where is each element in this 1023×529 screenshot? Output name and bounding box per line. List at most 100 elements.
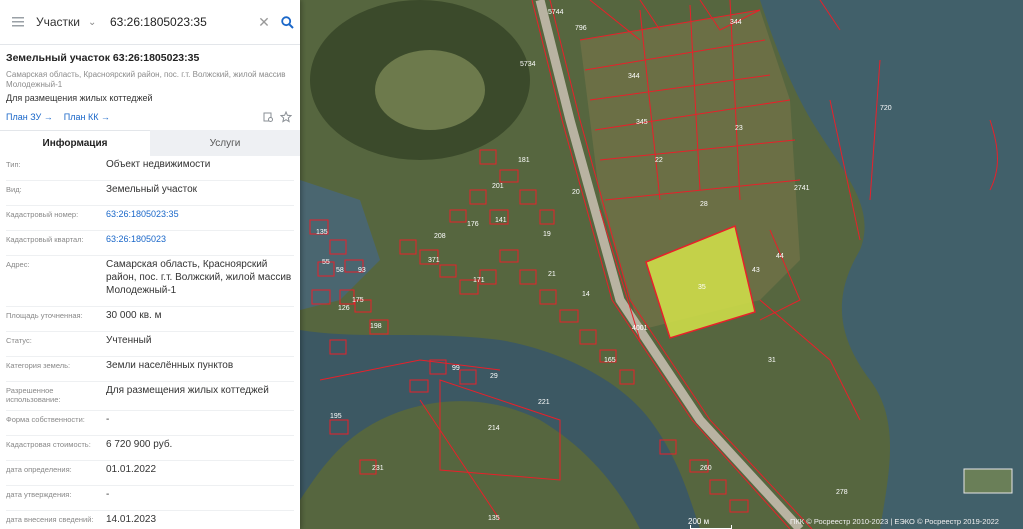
copy-icon[interactable] [260,110,276,124]
parcel-label: 260 [700,465,712,472]
star-icon[interactable] [278,110,294,124]
info-row: Кадастровая стоимость: 6 720 900 руб. [6,436,294,461]
info-row: Статус: Учтенный [6,332,294,357]
scale-bar [690,525,732,529]
search-bar: Участки ⌄ 63:26:1805023:35 ✕ [0,0,300,45]
row-key: Разрешенное использование: [6,386,61,404]
parcel-label: 201 [492,183,504,190]
parcel-label: 21 [548,271,556,278]
layer-select-value: Участки [36,15,80,29]
row-value: Объект недвижимости [106,159,211,170]
card-header: Земельный участок 63:26:1805023:35 Самар… [0,45,300,124]
parcel-label: 796 [575,25,587,32]
row-key: дата внесения сведений: [6,515,94,524]
row-value: Для размещения жилых коттеджей [106,385,269,396]
info-row: Категория земель: Земли населённых пункто… [6,357,294,382]
card-title: Земельный участок 63:26:1805023:35 [6,52,200,64]
parcel-label: 22 [655,157,663,164]
parcel-label: 135 [488,515,500,522]
row-key: Адрес: [6,260,30,269]
parcel-label: 126 [338,305,350,312]
parcel-label: 345 [636,119,648,126]
menu-icon [12,17,24,27]
parcel-label: 214 [488,425,500,432]
row-value: Земли населённых пунктов [106,360,234,371]
tab-services[interactable]: Услуги [150,130,300,156]
tabs: Информация Услуги [0,130,300,156]
info-row: Адрес: Самарская область, Красноярский ра… [6,256,294,307]
info-row: дата утверждения: - [6,486,294,511]
parcel-label: 43 [752,267,760,274]
parcel-label: 29 [490,373,498,380]
cadastral-quarter-link[interactable]: 63:26:1805023 [106,231,294,255]
parcel-label: 195 [330,413,342,420]
parcel-label: 181 [518,157,530,164]
hill-clearing [375,50,485,130]
row-key: дата определения: [6,465,72,474]
row-value: 6 720 900 руб. [106,439,173,450]
row-key: Тип: [6,160,21,169]
parcel-label: 344 [628,73,640,80]
parcel-label: 44 [776,253,784,260]
parcel-label: 93 [358,267,366,274]
parcel-label: 28 [700,201,708,208]
parcel-label: 4001 [632,325,648,332]
parcel-label: 175 [352,297,364,304]
info-row: Вид: Земельный участок [6,181,294,206]
row-key: Статус: [6,336,32,345]
row-value: Учтенный [106,335,152,346]
parcel-label: 58 [336,267,344,274]
parcel-label: 135 [316,229,328,236]
parcel-label: 171 [473,277,485,284]
info-row: дата определения: 01.01.2022 [6,461,294,486]
parcel-label: 198 [370,323,382,330]
info-panel: Участки ⌄ 63:26:1805023:35 ✕ Земельный у… [0,0,300,529]
parcel-label: 208 [434,233,446,240]
parcel-label: 2741 [794,185,810,192]
parcel-label: 371 [428,257,440,264]
row-value: Земельный участок [106,184,198,195]
info-row: дата внесения сведений: 14.01.2023 [6,511,294,529]
parcel-label: 35 [698,284,706,291]
clear-icon[interactable]: ✕ [254,14,274,31]
parcel-label: 19 [543,231,551,238]
parcel-label: 278 [836,489,848,496]
parcel-label: 20 [572,189,580,196]
cadastral-number-link[interactable]: 63:26:1805023:35 [106,206,294,230]
parcel-label: 344 [730,19,742,26]
menu-button[interactable] [0,0,36,44]
card-purpose: Для размещения жилых коттеджей [6,93,153,103]
parcel-label: 55 [322,259,330,266]
parcel-label: 141 [495,217,507,224]
info-row: Кадастровый квартал: 63:26:1805023 [6,231,294,256]
plan-zu-link[interactable]: План ЗУ → [6,112,53,122]
row-key: Форма собственности: [6,415,85,424]
layer-select[interactable]: Участки ⌄ [36,15,104,29]
info-row: Кадастровый номер: 63:26:1805023:35 [6,206,294,231]
parcel-label: 720 [880,105,892,112]
plan-kk-link[interactable]: План КК → [64,112,110,122]
search-input[interactable]: 63:26:1805023:35 [104,15,254,29]
parcel-label: 5734 [520,61,536,68]
search-icon [280,15,294,29]
parcel-label: 31 [768,357,776,364]
parcel-label: 5744 [548,9,564,16]
tab-info[interactable]: Информация [0,130,150,156]
parcel-label: 14 [582,291,590,298]
row-value: 01.01.2022 [106,464,157,475]
row-key: Вид: [6,185,22,194]
basemap-switcher[interactable] [963,468,1013,494]
parcel-label: 176 [467,221,479,228]
search-button[interactable] [274,0,300,44]
parcel-label: 165 [604,357,616,364]
parcel-label: 231 [372,465,384,472]
row-key: Категория земель: [6,361,71,370]
row-value: 30 000 кв. м [106,310,162,321]
row-value: Самарская область, Красноярский район, п… [106,259,292,296]
card-links: План ЗУ → План КК → [6,110,294,124]
row-key: дата утверждения: [6,490,72,499]
row-value: - [106,489,110,500]
row-value: 14.01.2023 [106,514,157,525]
row-key: Кадастровая стоимость: [6,440,91,449]
map-copyright: ПКК © Росреестр 2010-2023 | ЕЭКО © Росре… [790,517,999,526]
